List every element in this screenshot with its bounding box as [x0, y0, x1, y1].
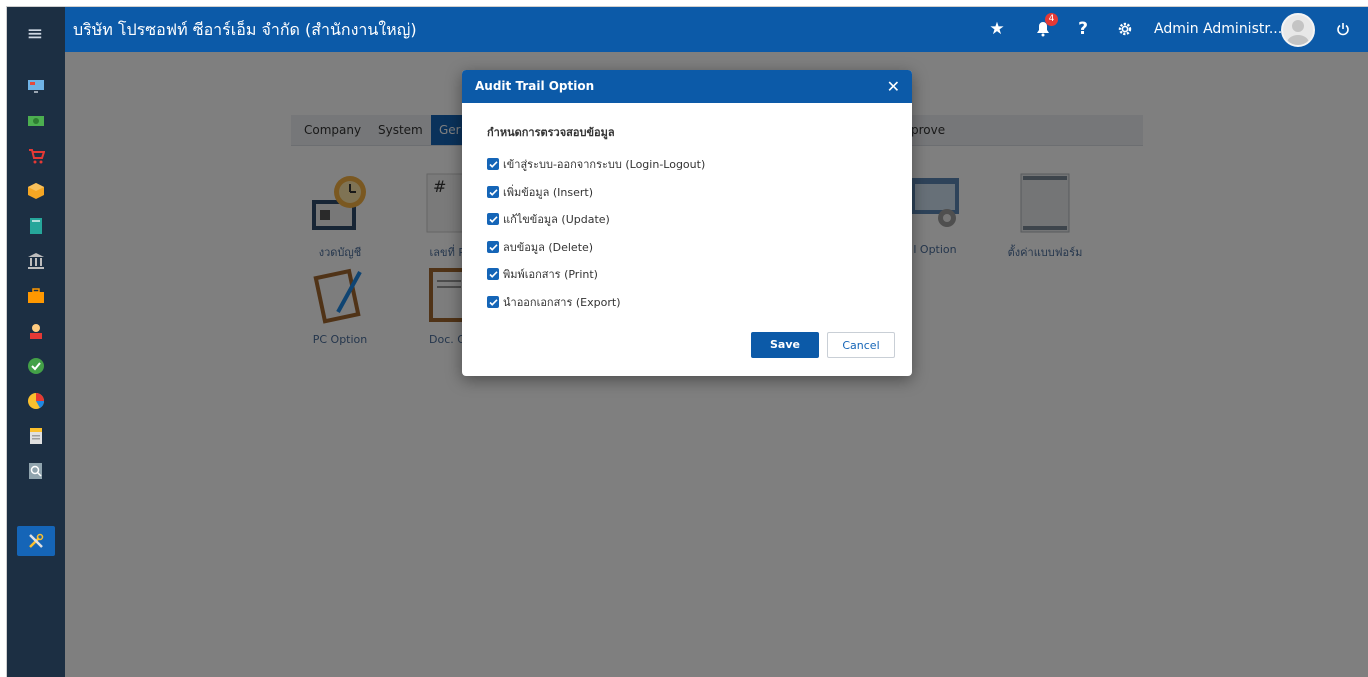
checkbox-checked-icon[interactable]: [487, 268, 499, 280]
option-label: แก้ไขข้อมูล (Update): [503, 213, 610, 226]
close-icon[interactable]: ✕: [887, 70, 900, 103]
bank-icon: [28, 253, 44, 269]
option-delete[interactable]: ลบข้อมูล (Delete): [487, 239, 593, 255]
sidebar-item-book[interactable]: [17, 211, 55, 241]
user-icon: [30, 324, 42, 339]
sidebar-item-report[interactable]: [17, 421, 55, 451]
box-icon: [28, 183, 44, 199]
top-bar: บริษัท โปรซอฟท์ ซีอาร์เอ็ม จำกัด (สำนักง…: [65, 7, 1368, 52]
report-icon: [30, 428, 42, 444]
dialog-header: Audit Trail Option ✕: [462, 70, 912, 103]
briefcase-icon: [28, 288, 44, 303]
gear-icon[interactable]: [1113, 17, 1137, 41]
notification-badge: 4: [1045, 13, 1058, 26]
notification-bell[interactable]: 4: [1031, 13, 1058, 41]
sidebar-item-search-doc[interactable]: [17, 456, 55, 486]
option-label: ลบข้อมูล (Delete): [503, 241, 594, 254]
cancel-button[interactable]: Cancel: [827, 332, 895, 358]
help-icon[interactable]: ?: [1071, 17, 1095, 41]
checkbox-checked-icon[interactable]: [487, 158, 499, 170]
sidebar-item-box[interactable]: [17, 176, 55, 206]
checkbox-checked-icon[interactable]: [487, 186, 499, 198]
section-title: กำหนดการตรวจสอบข้อมูล: [487, 126, 615, 139]
option-update[interactable]: แก้ไขข้อมูล (Update): [487, 211, 610, 227]
check-circle-icon: [28, 358, 44, 374]
option-print[interactable]: พิมพ์เอกสาร (Print): [487, 266, 598, 282]
option-export[interactable]: นำออกเอกสาร (Export): [487, 294, 620, 310]
cart-icon: [29, 149, 45, 164]
company-name: บริษัท โปรซอฟท์ ซีอาร์เอ็ม จำกัด (สำนักง…: [73, 20, 417, 39]
tools-icon: [29, 533, 44, 548]
sidebar-item-approve[interactable]: [17, 351, 55, 381]
audit-trail-option-dialog: Audit Trail Option ✕ กำหนดการตรวจสอบข้อม…: [462, 70, 912, 376]
gear-shape: [1118, 22, 1132, 36]
sidebar: ≡: [7, 7, 65, 677]
search-document-icon: [29, 463, 42, 479]
sidebar-item-money[interactable]: [17, 106, 55, 136]
monitor-icon: [28, 80, 44, 93]
option-label: พิมพ์เอกสาร (Print): [503, 268, 598, 281]
sidebar-item-briefcase[interactable]: [17, 281, 55, 311]
checkbox-checked-icon[interactable]: [487, 213, 499, 225]
checkbox-checked-icon[interactable]: [487, 296, 499, 308]
money-icon: [28, 116, 44, 126]
option-insert[interactable]: เพิ่มข้อมูล (Insert): [487, 184, 593, 200]
checkbox-checked-icon[interactable]: [487, 241, 499, 253]
power-icon[interactable]: [1331, 17, 1355, 41]
star-icon[interactable]: ★: [985, 17, 1009, 41]
dialog-title: Audit Trail Option: [475, 79, 595, 93]
save-button[interactable]: Save: [751, 332, 819, 358]
avatar[interactable]: [1281, 13, 1315, 47]
hamburger-menu-icon[interactable]: ≡: [23, 21, 47, 45]
option-label: นำออกเอกสาร (Export): [503, 296, 621, 309]
avatar-silhouette-icon: [1287, 20, 1309, 45]
option-login-logout[interactable]: เข้าสู่ระบบ-ออกจากระบบ (Login-Logout): [487, 156, 705, 172]
option-label: เข้าสู่ระบบ-ออกจากระบบ (Login-Logout): [503, 158, 706, 171]
sidebar-item-chart[interactable]: [17, 386, 55, 416]
sidebar-item-settings[interactable]: [17, 526, 55, 556]
sidebar-item-bank[interactable]: [17, 246, 55, 276]
sidebar-item-cart[interactable]: [17, 141, 55, 171]
option-label: เพิ่มข้อมูล (Insert): [503, 186, 594, 199]
user-name[interactable]: Admin Administr...: [1154, 7, 1282, 52]
pie-chart-icon: [28, 393, 45, 409]
sidebar-item-monitor[interactable]: [17, 71, 55, 101]
power-shape: [1337, 23, 1349, 36]
sidebar-item-user[interactable]: [17, 316, 55, 346]
book-icon: [30, 218, 42, 234]
